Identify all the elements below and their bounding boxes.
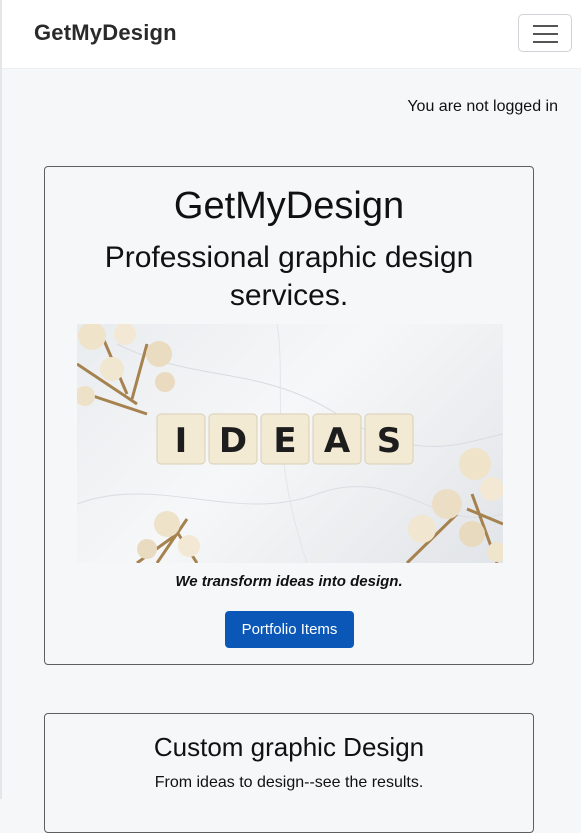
menu-toggle-button[interactable] xyxy=(518,14,572,52)
hero-card: GetMyDesign Professional graphic design … xyxy=(44,166,534,665)
flowers-right xyxy=(405,448,503,563)
login-status: You are not logged in xyxy=(407,98,558,115)
services-title: Custom graphic Design xyxy=(153,732,425,762)
flowers-bottom xyxy=(136,511,200,563)
tile-letter: A xyxy=(324,421,351,461)
hero-title: GetMyDesign xyxy=(173,185,405,227)
tile-letter: D xyxy=(219,421,247,461)
tile-letter: S xyxy=(377,421,402,461)
brand-link[interactable]: GetMyDesign xyxy=(34,20,177,46)
hero-subtitle: Professional graphic design services. xyxy=(104,241,474,312)
hero-tagline: We transform ideas into design. xyxy=(175,573,403,590)
services-description: From ideas to design--see the results. xyxy=(154,774,424,791)
hero-image: I D E A S xyxy=(77,324,503,563)
tile-letter: E xyxy=(273,421,296,461)
services-card: Custom graphic Design From ideas to desi… xyxy=(44,713,534,833)
portfolio-items-button[interactable]: Portfolio Items xyxy=(225,611,354,648)
tile-letter: I xyxy=(175,421,188,461)
letter-tiles: I D E A S xyxy=(156,413,414,465)
ideas-tiles-image: I D E A S xyxy=(77,324,503,563)
flowers-top-left xyxy=(77,324,175,416)
navbar: GetMyDesign xyxy=(2,0,581,69)
